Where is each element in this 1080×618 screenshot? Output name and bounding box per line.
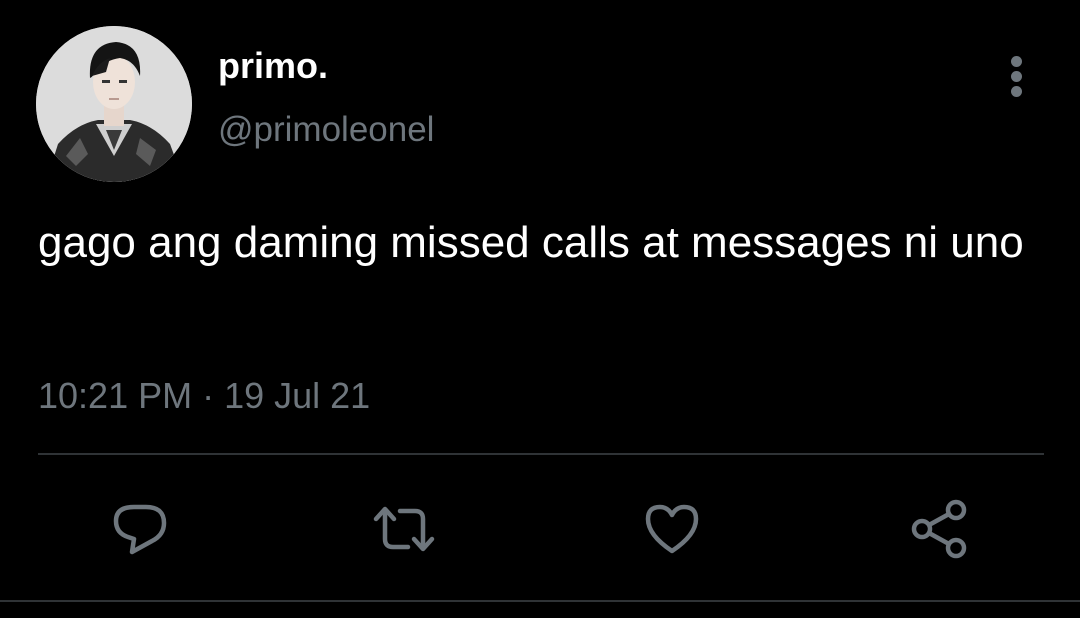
tweet-time: 10:21 PM [38, 375, 193, 416]
user-handle[interactable]: @primoleonel [218, 108, 434, 152]
like-button[interactable] [640, 497, 704, 561]
display-name[interactable]: primo. [218, 44, 328, 88]
more-vertical-icon-dot [1011, 71, 1022, 82]
meta-separator: · [202, 375, 215, 416]
more-options-button[interactable] [996, 50, 1038, 100]
reply-icon [113, 504, 167, 555]
tweet-detail: primo. @primoleonel gago ang daming miss… [0, 0, 1080, 618]
avatar-photo-icon [36, 26, 192, 182]
bottom-divider [0, 600, 1080, 602]
tweet-date: 19 Jul 21 [224, 375, 371, 416]
more-vertical-icon [1011, 56, 1022, 67]
more-vertical-icon-dot [1011, 86, 1022, 97]
tweet-text: gago ang daming missed calls at messages… [38, 218, 1024, 267]
avatar[interactable] [36, 26, 192, 182]
share-icon [911, 499, 967, 559]
share-button[interactable] [906, 497, 970, 561]
retweet-icon [373, 506, 435, 552]
retweet-button[interactable] [372, 497, 436, 561]
divider [38, 453, 1044, 455]
reply-button[interactable] [108, 497, 172, 561]
tweet-timestamp[interactable]: 10:21 PM · 19 Jul 21 [38, 372, 370, 420]
heart-icon [645, 504, 699, 554]
